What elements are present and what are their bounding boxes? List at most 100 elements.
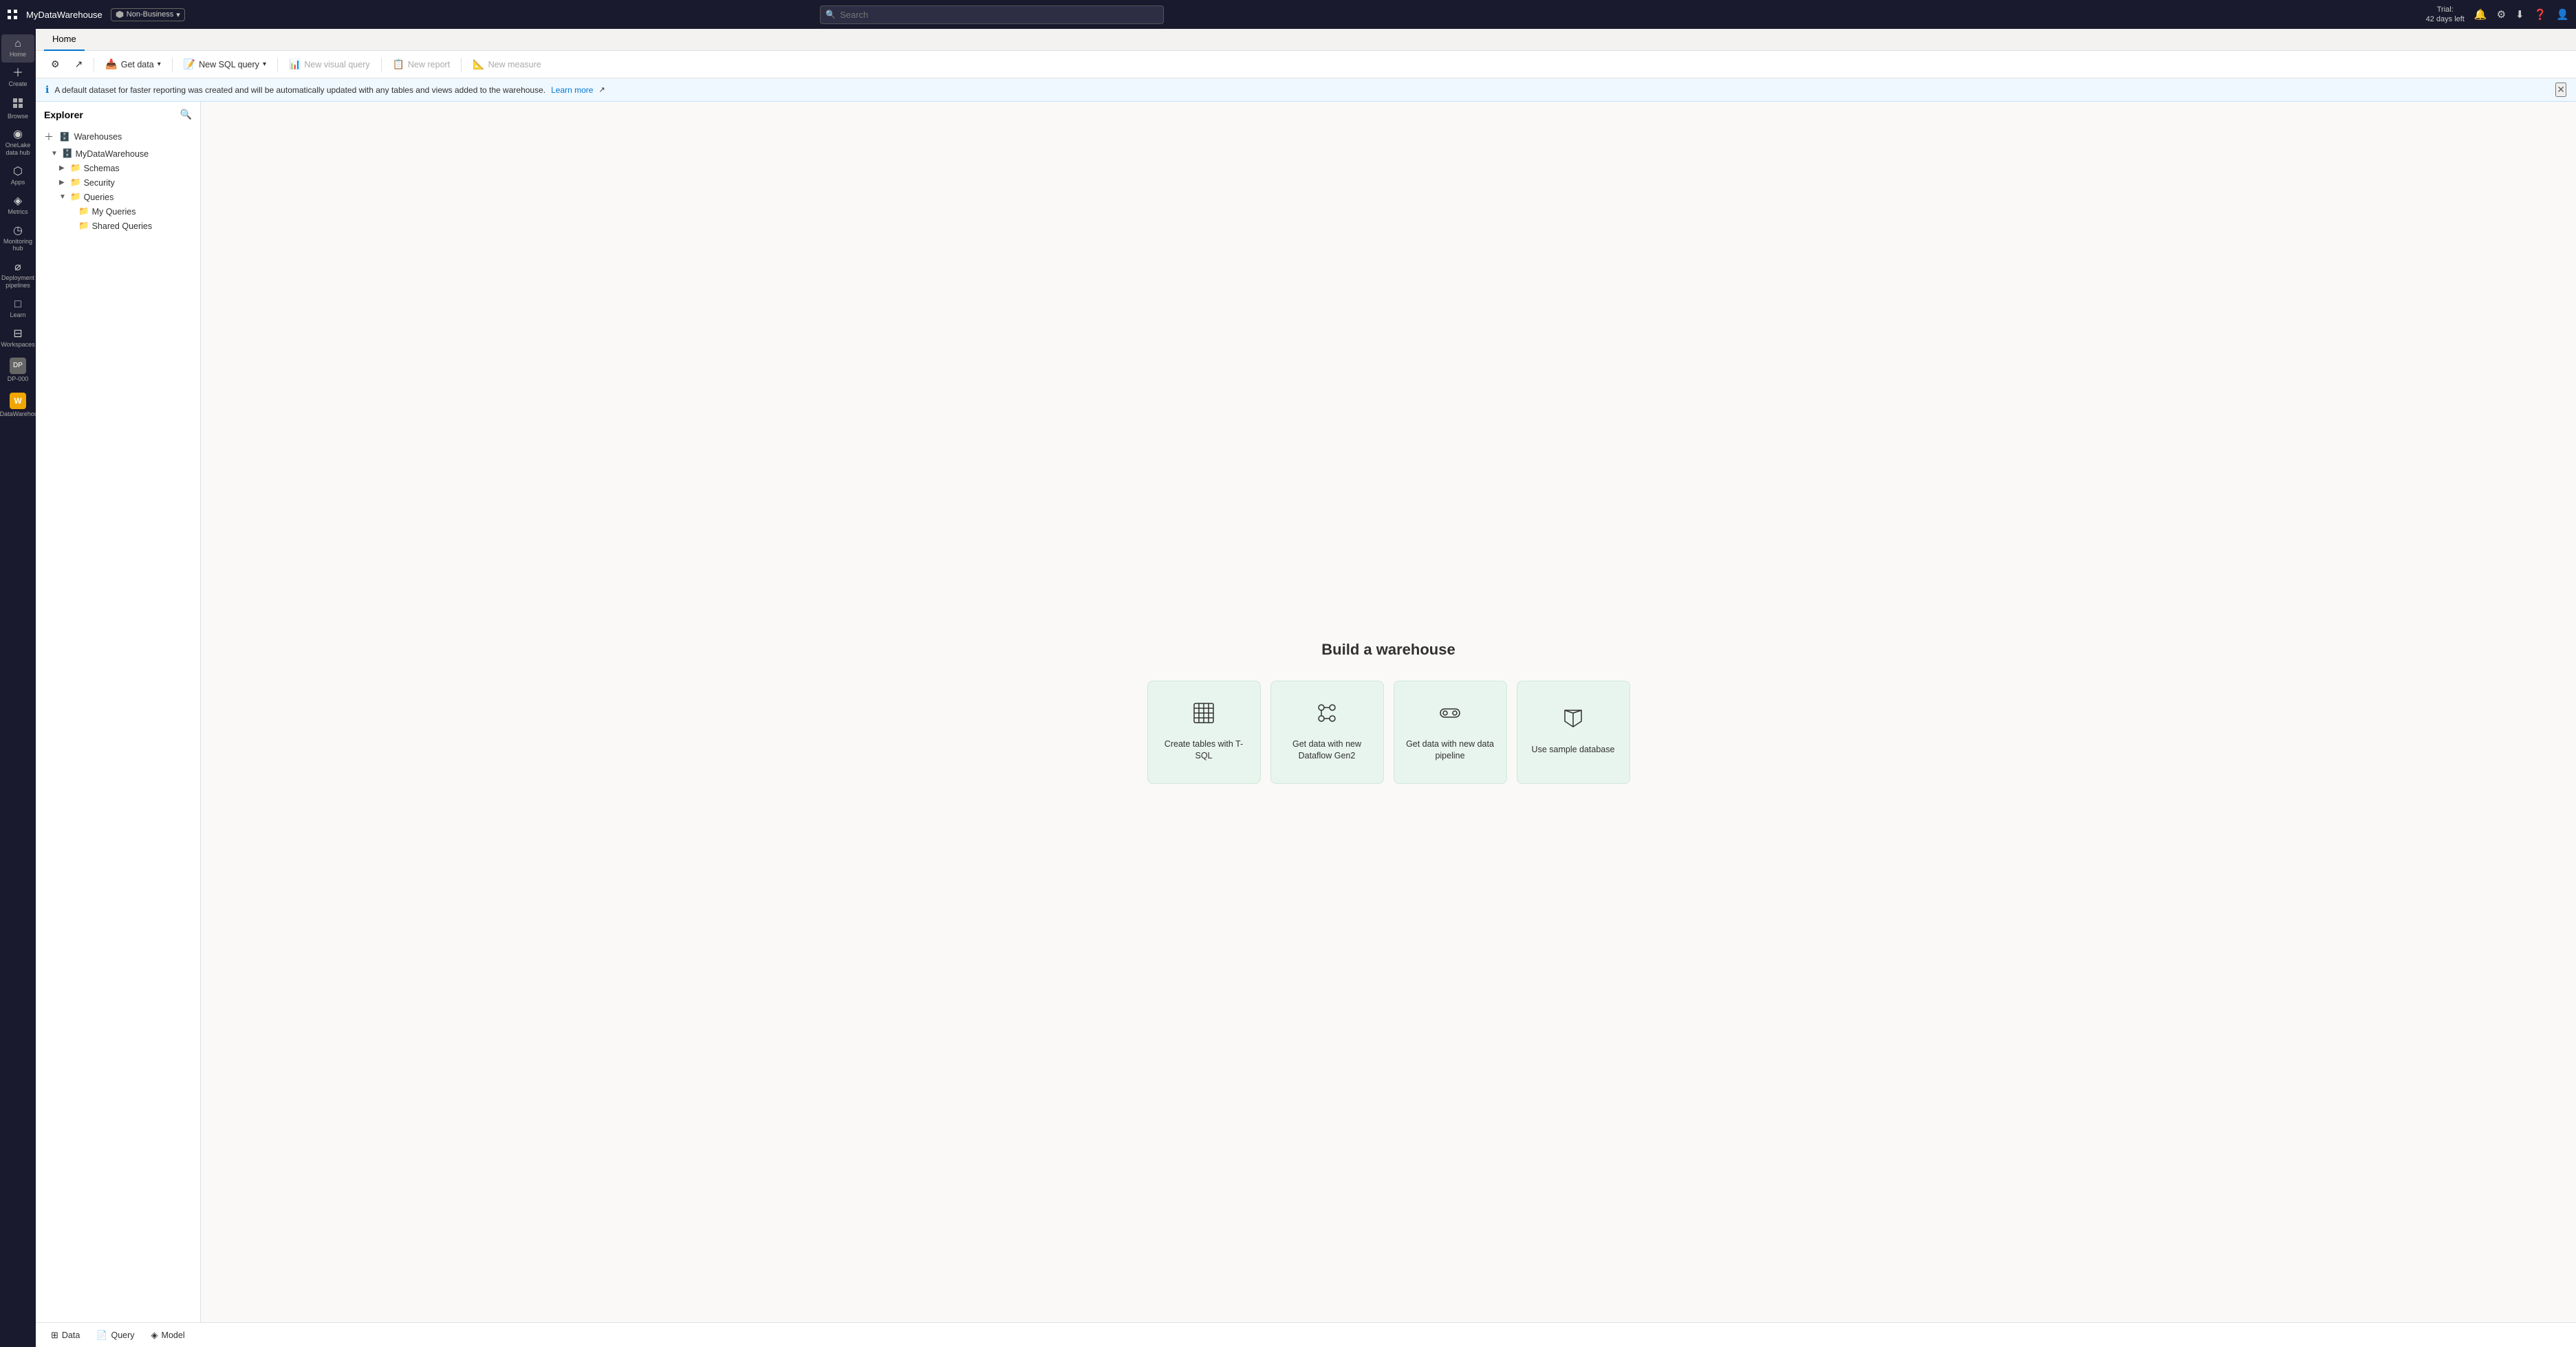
schemas-folder-icon: 📁: [70, 163, 81, 173]
queries-expand-icon: ▼: [59, 193, 67, 201]
shared-queries-folder-icon: 📁: [78, 221, 89, 231]
card-pipeline[interactable]: Get data with new data pipeline: [1394, 681, 1507, 784]
card-sample-label: Use sample database: [1532, 744, 1615, 756]
card-dataflow[interactable]: Get data with new Dataflow Gen2: [1270, 681, 1384, 784]
notifications-button[interactable]: 🔔: [2474, 8, 2487, 21]
action-cards: Create tables with T-SQL: [1147, 681, 1630, 784]
card-dataflow-label: Get data with new Dataflow Gen2: [1281, 738, 1374, 763]
tab-home[interactable]: Home: [44, 29, 85, 51]
export-icon: ↗: [75, 58, 83, 70]
apps-icon: ⬡: [13, 166, 23, 177]
tenant-badge[interactable]: Non-Business ▾: [111, 8, 185, 21]
tree-item-security[interactable]: ▶ 📁 Security: [39, 175, 197, 190]
search-bar: 🔍: [820, 6, 1164, 24]
tree-item-my-queries[interactable]: 📁 My Queries: [39, 204, 197, 219]
bottom-tab-model[interactable]: ◈ Model: [144, 1326, 192, 1344]
sample-icon: [1562, 708, 1584, 734]
new-visual-query-button[interactable]: 📊 New visual query: [282, 55, 377, 74]
build-warehouse-title: Build a warehouse: [1321, 641, 1455, 659]
toolbar: ⚙ ↗ 📥 Get data ▾ 📝 New SQL query ▾ 📊 New…: [36, 51, 2576, 78]
tree-item-queries[interactable]: ▼ 📁 Queries: [39, 190, 197, 204]
export-toolbar-button[interactable]: ↗: [68, 55, 90, 74]
warehouse-nav-icon: W: [10, 393, 26, 409]
explorer-search-button[interactable]: 🔍: [180, 109, 192, 120]
download-button[interactable]: ⬇: [2515, 8, 2524, 21]
getdata-button[interactable]: 📥 Get data ▾: [98, 55, 167, 74]
new-measure-button[interactable]: 📐 New measure: [466, 55, 548, 74]
warehouses-header[interactable]: ＋ 🗄️ Warehouses: [39, 127, 197, 146]
sidebar-item-workspaces[interactable]: ⊟ Workspaces: [1, 325, 34, 353]
sidebar-item-dp000[interactable]: DP DP-000: [1, 353, 34, 387]
warehouse-folder-icon: 🗄️: [59, 132, 70, 142]
warehouse-icon: 🗄️: [62, 149, 73, 159]
bottom-tabs: ⊞ Data 📄 Query ◈ Model: [36, 1322, 2576, 1347]
sidebar-item-browse[interactable]: Browse: [1, 94, 34, 124]
topbar-right: Trial: 42 days left 🔔 ⚙ ⬇ ❓ 👤: [2426, 5, 2569, 25]
deployment-icon: ⌀: [14, 262, 21, 273]
schemas-expand-icon: ▶: [59, 164, 67, 172]
newquery-chevron-icon: ▾: [263, 61, 266, 68]
sidebar-item-monitoring[interactable]: ◷ Monitoring hub: [1, 221, 34, 257]
left-nav: ⌂ Home ＋ Create Browse ◉ OneLake data hu…: [0, 29, 36, 1347]
bottom-tab-data[interactable]: ⊞ Data: [44, 1326, 87, 1344]
settings-toolbar-button[interactable]: ⚙: [44, 55, 67, 74]
security-expand-icon: ▶: [59, 179, 67, 186]
account-button[interactable]: 👤: [2556, 8, 2569, 21]
add-warehouse-button[interactable]: ＋: [43, 130, 55, 144]
card-sample[interactable]: Use sample database: [1517, 681, 1630, 784]
toolbar-separator-2: [172, 58, 173, 72]
help-button[interactable]: ❓: [2534, 8, 2547, 21]
new-sql-query-button[interactable]: 📝 New SQL query ▾: [177, 55, 273, 74]
tree-item-shared-queries[interactable]: 📁 Shared Queries: [39, 219, 197, 233]
data-tab-icon: ⊞: [51, 1330, 58, 1341]
visual-icon: 📊: [289, 58, 301, 70]
tree-item-schemas[interactable]: ▶ 📁 Schemas: [39, 161, 197, 175]
card-create-tsql[interactable]: Create tables with T-SQL: [1147, 681, 1261, 784]
sidebar-item-home[interactable]: ⌂ Home: [1, 34, 34, 63]
sidebar-item-metrics[interactable]: ◈ Metrics: [1, 192, 34, 220]
sidebar-item-apps[interactable]: ⬡ Apps: [1, 162, 34, 190]
getdata-icon: 📥: [105, 58, 117, 70]
workspaces-icon: ⊟: [13, 329, 22, 340]
new-report-button[interactable]: 📋 New report: [386, 55, 457, 74]
search-icon: 🔍: [825, 10, 836, 19]
toolbar-separator-5: [461, 58, 462, 72]
queries-folder-icon: 📁: [70, 192, 81, 202]
sql-icon: 📝: [184, 58, 195, 70]
main-layout: ⌂ Home ＋ Create Browse ◉ OneLake data hu…: [0, 29, 2576, 1347]
app-title: MyDataWarehouse: [26, 10, 102, 20]
bottom-tab-query[interactable]: 📄 Query: [89, 1326, 141, 1344]
pipeline-icon: [1439, 702, 1461, 729]
trial-info: Trial: 42 days left: [2426, 5, 2465, 25]
apps-grid-button[interactable]: [7, 9, 18, 20]
monitoring-icon: ◷: [13, 226, 23, 237]
security-folder-icon: 📁: [70, 177, 81, 188]
tree-item-mydatawarehouse[interactable]: ▼ 🗄️ MyDataWarehouse: [39, 146, 197, 161]
sidebar-item-deployment[interactable]: ⌀ Deployment pipelines: [1, 258, 34, 294]
getdata-chevron-icon: ▾: [158, 61, 161, 68]
search-input[interactable]: [820, 6, 1164, 24]
explorer-header: Explorer 🔍: [36, 102, 200, 127]
learn-more-link[interactable]: Learn more: [551, 85, 593, 95]
sidebar-item-warehouse[interactable]: W MyDataWarehouse: [1, 388, 34, 422]
card-tsql-label: Create tables with T-SQL: [1158, 738, 1251, 763]
toolbar-separator-3: [277, 58, 278, 72]
learn-icon: □: [14, 299, 21, 310]
info-icon: ℹ: [45, 84, 49, 96]
explorer-main: Explorer 🔍 ＋ 🗄️ Warehouses ▼ 🗄️ MyDataWa: [36, 102, 2576, 1322]
settings-button[interactable]: ⚙: [2497, 8, 2506, 21]
explorer-tree: ＋ 🗄️ Warehouses ▼ 🗄️ MyDataWarehouse ▶ 📁: [36, 127, 200, 1322]
card-pipeline-label: Get data with new data pipeline: [1404, 738, 1497, 763]
info-bar-close-button[interactable]: ✕: [2555, 83, 2566, 97]
tsql-icon: [1193, 702, 1215, 729]
sidebar-item-onelake[interactable]: ◉ OneLake data hub: [1, 125, 34, 161]
sidebar-item-learn[interactable]: □ Learn: [1, 295, 34, 323]
dataflow-icon: [1316, 702, 1338, 729]
dp000-icon: DP: [10, 358, 26, 374]
metrics-icon: ◈: [14, 196, 22, 207]
sidebar-item-create[interactable]: ＋ Create: [1, 64, 34, 92]
badge-chevron-icon: ▾: [176, 10, 180, 19]
my-queries-folder-icon: 📁: [78, 206, 89, 217]
onelake-icon: ◉: [13, 129, 23, 140]
report-icon: 📋: [393, 58, 404, 70]
